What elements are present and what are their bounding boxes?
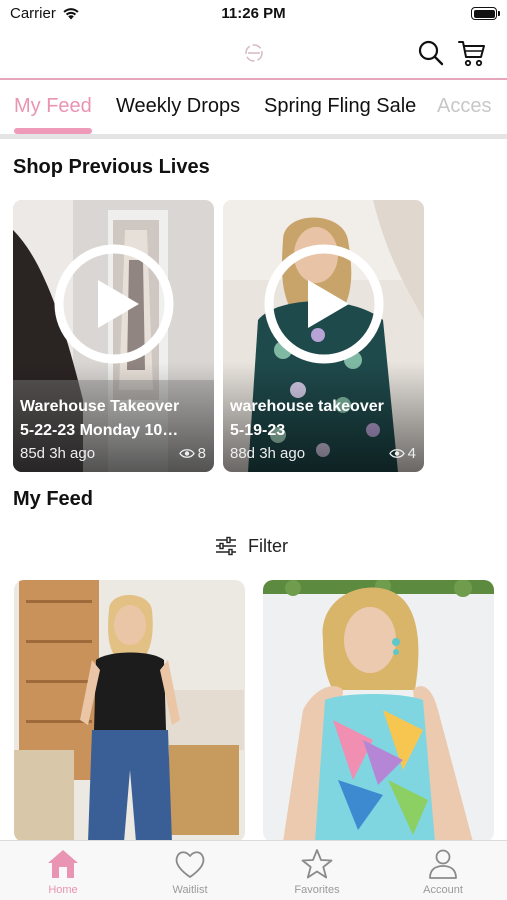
status-bar: Carrier 11:26 PM xyxy=(0,0,507,30)
filter-label: Filter xyxy=(248,535,288,556)
tab-waitlist[interactable]: Waitlist xyxy=(140,847,240,896)
live-view-count: 8 xyxy=(197,445,206,462)
tab-spring-fling-sale[interactable]: Spring Fling Sale xyxy=(264,95,416,118)
home-icon xyxy=(48,850,78,878)
live-view-count: 4 xyxy=(407,445,416,462)
search-icon[interactable] xyxy=(416,38,446,68)
live-title-line: Warehouse Takeover xyxy=(20,398,180,415)
tab-weekly-drops[interactable]: Weekly Drops xyxy=(116,95,240,118)
play-icon[interactable] xyxy=(263,243,385,365)
live-age: 85d 3h ago xyxy=(20,445,96,462)
eye-icon xyxy=(178,449,195,458)
live-title-line: warehouse takeover xyxy=(230,398,384,415)
bottom-tab-bar: Home Waitlist Favorites Account xyxy=(0,840,507,900)
previous-lives-title: Shop Previous Lives xyxy=(13,156,210,178)
live-title: warehouse takeover 5-19-23 xyxy=(230,395,418,443)
tab-track xyxy=(0,134,507,139)
tab-account[interactable]: Account xyxy=(393,847,493,896)
tab-waitlist-label: Waitlist xyxy=(172,884,208,896)
nav-bar xyxy=(0,30,507,80)
status-time: 11:26 PM xyxy=(221,5,286,22)
category-tabs: My Feed Weekly Drops Spring Fling Sale A… xyxy=(0,80,507,138)
live-card[interactable]: warehouse takeover 5-19-23 88d 3h ago 4 xyxy=(223,200,424,472)
filter-sliders-icon xyxy=(216,536,236,556)
heart-icon xyxy=(175,851,205,878)
eye-icon xyxy=(388,449,405,458)
product-card[interactable] xyxy=(263,580,494,842)
feed-title: My Feed xyxy=(13,488,94,510)
product-image xyxy=(14,580,245,842)
live-views: 8 xyxy=(178,445,206,462)
live-title-line: 5-19-23 xyxy=(230,422,286,439)
live-views: 4 xyxy=(388,445,416,462)
tab-account-label: Account xyxy=(423,884,463,896)
tab-favorites-label: Favorites xyxy=(294,884,340,896)
person-icon xyxy=(429,849,457,879)
star-icon xyxy=(301,849,333,879)
filter-button[interactable]: Filter xyxy=(214,533,288,559)
tab-my-feed[interactable]: My Feed xyxy=(14,95,92,118)
play-icon[interactable] xyxy=(53,243,175,365)
product-card[interactable] xyxy=(14,580,245,842)
tab-home-label: Home xyxy=(48,884,78,896)
live-age: 88d 3h ago xyxy=(230,445,306,462)
tab-home[interactable]: Home xyxy=(13,847,113,896)
live-title-line: 5-22-23 Monday 10… xyxy=(20,422,179,439)
live-title: Warehouse Takeover 5-22-23 Monday 10… xyxy=(20,395,208,443)
product-image xyxy=(263,580,494,842)
tab-favorites[interactable]: Favorites xyxy=(267,847,367,896)
tab-accessories[interactable]: Acces xyxy=(437,95,491,118)
battery-icon xyxy=(471,7,500,20)
cart-icon[interactable] xyxy=(457,38,487,68)
brand-logo[interactable] xyxy=(243,42,265,64)
live-card[interactable]: Warehouse Takeover 5-22-23 Monday 10… 85… xyxy=(13,200,214,472)
